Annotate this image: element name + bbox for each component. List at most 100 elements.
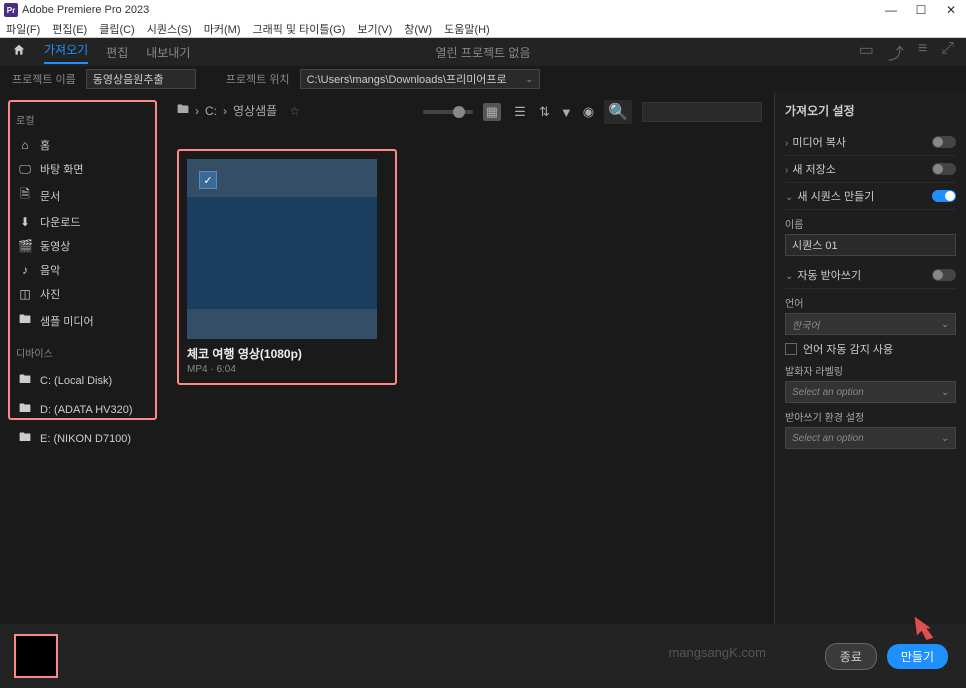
footer: mangsangK.com 종료 만들기	[0, 624, 966, 688]
sidebar-device-e[interactable]: 🖿E: (NIKON D7100)	[16, 424, 149, 453]
sidebar-device-d[interactable]: 🖿D: (ADATA HV320)	[16, 395, 149, 424]
toggle-auto-transcribe[interactable]	[932, 269, 956, 281]
language-label: 언어	[785, 295, 956, 310]
list-icon[interactable]: ≡	[918, 40, 927, 64]
sidebar-item-home[interactable]: ⌂홈	[16, 133, 149, 157]
minimize-button[interactable]: —	[876, 0, 906, 20]
chevron-down-icon: ⌄	[785, 192, 793, 203]
sidebar-item-documents[interactable]: 🗎문서	[16, 181, 149, 210]
sidebar-item-music[interactable]: ♪음악	[16, 258, 149, 282]
grid-view-icon[interactable]: ▦	[483, 103, 501, 121]
sequence-name-input[interactable]	[785, 234, 956, 256]
browser-area: 🖿 › C: › 영상샘플 ☆ ▦ ☰ ⇅ ▼ ◉ 🔍 ✓ 체코 여행 영상(1…	[165, 92, 774, 624]
sidebar-item-desktop[interactable]: 🖵 바탕 화면	[16, 157, 149, 181]
video-icon: 🎬	[18, 239, 32, 253]
setting-new-location[interactable]: ›새 저장소	[785, 156, 956, 183]
toggle-new-location[interactable]	[932, 163, 956, 175]
menu-graphics[interactable]: 그래픽 및 타이틀(G)	[252, 21, 345, 37]
menu-window[interactable]: 창(W)	[404, 21, 432, 37]
app-title: Adobe Premiere Pro 2023	[22, 4, 149, 16]
speaker-label: 발화자 라벨링	[785, 363, 956, 378]
share-icon[interactable]: ⤴	[888, 40, 904, 64]
filter-icon[interactable]: ▼	[560, 105, 573, 120]
sidebar-item-label: 바탕 화면	[40, 161, 84, 177]
app-logo: Pr	[4, 3, 18, 17]
drive-icon: 🖿	[18, 399, 32, 420]
speaker-select[interactable]: Select an option⌄	[785, 381, 956, 403]
close-button[interactable]: 종료	[825, 643, 877, 670]
menu-clip[interactable]: 클립(C)	[99, 21, 135, 37]
menu-marker[interactable]: 마커(M)	[204, 21, 241, 37]
sidebar-item-label: 홈	[40, 137, 50, 153]
browser-toolbar: ▦ ☰ ⇅ ▼ ◉ 🔍	[423, 100, 762, 124]
tab-export[interactable]: 내보내기	[146, 44, 190, 61]
sidebar-item-label: C: (Local Disk)	[40, 375, 112, 387]
language-select[interactable]: 한국어⌄	[785, 313, 956, 335]
sort-icon[interactable]: ⇅	[539, 104, 550, 120]
close-button[interactable]: ✕	[936, 0, 966, 20]
folder-icon: 🖿	[18, 310, 32, 331]
chevron-down-icon: ⌄	[941, 433, 949, 444]
project-bar: 프로젝트 이름 프로젝트 위치 ⌄	[0, 66, 966, 92]
setting-new-sequence[interactable]: ⌄새 시퀀스 만들기	[785, 183, 956, 210]
folder-icon: 🖿	[177, 100, 189, 121]
sidebar-item-sample[interactable]: 🖿 샘플 미디어	[16, 306, 149, 335]
create-button[interactable]: 만들기	[887, 644, 948, 669]
sidebar-device-c[interactable]: 🖿 C: (Local Disk)	[16, 366, 149, 395]
list-view-icon[interactable]: ☰	[511, 103, 529, 121]
menu-file[interactable]: 파일(F)	[6, 21, 40, 37]
sidebar-item-videos[interactable]: 🎬동영상	[16, 234, 149, 258]
star-icon[interactable]: ☆	[289, 104, 300, 118]
media-thumbnail[interactable]: ✓	[187, 159, 377, 339]
transcribe-env-label: 받아쓰기 환경 설정	[785, 409, 956, 424]
desktop-icon: 🖵	[18, 162, 32, 177]
sidebar-category-local: 로컬	[16, 112, 149, 127]
thumbnail-size-slider[interactable]	[423, 110, 473, 114]
home-icon[interactable]	[12, 43, 26, 62]
breadcrumb-folder[interactable]: 영상샘플	[233, 102, 277, 119]
project-location-input[interactable]	[300, 69, 540, 89]
menubar: 파일(F) 편집(E) 클립(C) 시퀀스(S) 마커(M) 그래픽 및 타이틀…	[0, 20, 966, 38]
toggle-new-sequence[interactable]	[932, 190, 956, 202]
drive-icon: 🖿	[18, 370, 32, 391]
sidebar-item-photos[interactable]: ◫사진	[16, 282, 149, 306]
setting-auto-transcribe[interactable]: ⌄자동 받아쓰기	[785, 262, 956, 289]
sidebar-item-downloads[interactable]: ⬇다운로드	[16, 210, 149, 234]
media-card[interactable]: ✓ 체코 여행 영상(1080p) MP4 · 6:04	[177, 149, 397, 385]
chevron-right-icon: ›	[223, 104, 227, 118]
top-nav: 가져오기 편집 내보내기 열린 프로젝트 없음 ▭ ⤴ ≡ ⤢	[0, 38, 966, 66]
home-icon: ⌂	[18, 138, 32, 152]
auto-detect-row[interactable]: 언어 자동 감지 사용	[785, 341, 956, 357]
menu-edit[interactable]: 편집(E)	[52, 21, 87, 37]
sidebar-item-label: 샘플 미디어	[40, 313, 94, 329]
preview-thumbnail[interactable]	[14, 634, 58, 678]
setting-media-copy[interactable]: ›미디어 복사	[785, 129, 956, 156]
toggle-media-copy[interactable]	[932, 136, 956, 148]
menu-sequence[interactable]: 시퀀스(S)	[147, 21, 192, 37]
auto-detect-checkbox[interactable]	[785, 343, 797, 355]
chevron-down-icon: ⌄	[941, 387, 949, 398]
media-meta: MP4 · 6:04	[187, 364, 387, 375]
sidebar: 로컬 ⌂홈 🖵바탕 화면 🗎문서 ⬇다운로드 🎬동영상 ♪음악 ◫사진 🖿샘플 …	[0, 92, 165, 624]
menu-help[interactable]: 도움말(H)	[444, 21, 490, 37]
sidebar-category-device: 디바이스	[16, 345, 149, 360]
menu-view[interactable]: 보기(V)	[357, 21, 392, 37]
search-input[interactable]	[642, 102, 762, 122]
transcribe-env-select[interactable]: Select an option⌄	[785, 427, 956, 449]
tab-import[interactable]: 가져오기	[44, 41, 88, 64]
tab-edit[interactable]: 편집	[106, 44, 128, 61]
eye-icon[interactable]: ◉	[583, 104, 594, 120]
chevron-right-icon: ›	[785, 138, 788, 149]
select-checkbox[interactable]: ✓	[199, 171, 217, 189]
breadcrumb-drive[interactable]: C:	[205, 104, 217, 118]
maximize-button[interactable]: ☐	[906, 0, 936, 20]
project-name-input[interactable]	[86, 69, 196, 89]
sidebar-item-label: 문서	[40, 188, 60, 204]
workspace-icon[interactable]: ▭	[859, 40, 874, 64]
sidebar-item-label: 사진	[40, 286, 60, 302]
chevron-right-icon: ›	[785, 165, 788, 176]
fullscreen-icon[interactable]: ⤢	[941, 40, 954, 64]
import-settings-panel: 가져오기 설정 ›미디어 복사 ›새 저장소 ⌄새 시퀀스 만들기 이름 ⌄자동…	[774, 92, 966, 624]
sidebar-item-label: 음악	[40, 262, 60, 278]
project-name-label: 프로젝트 이름	[12, 71, 76, 87]
